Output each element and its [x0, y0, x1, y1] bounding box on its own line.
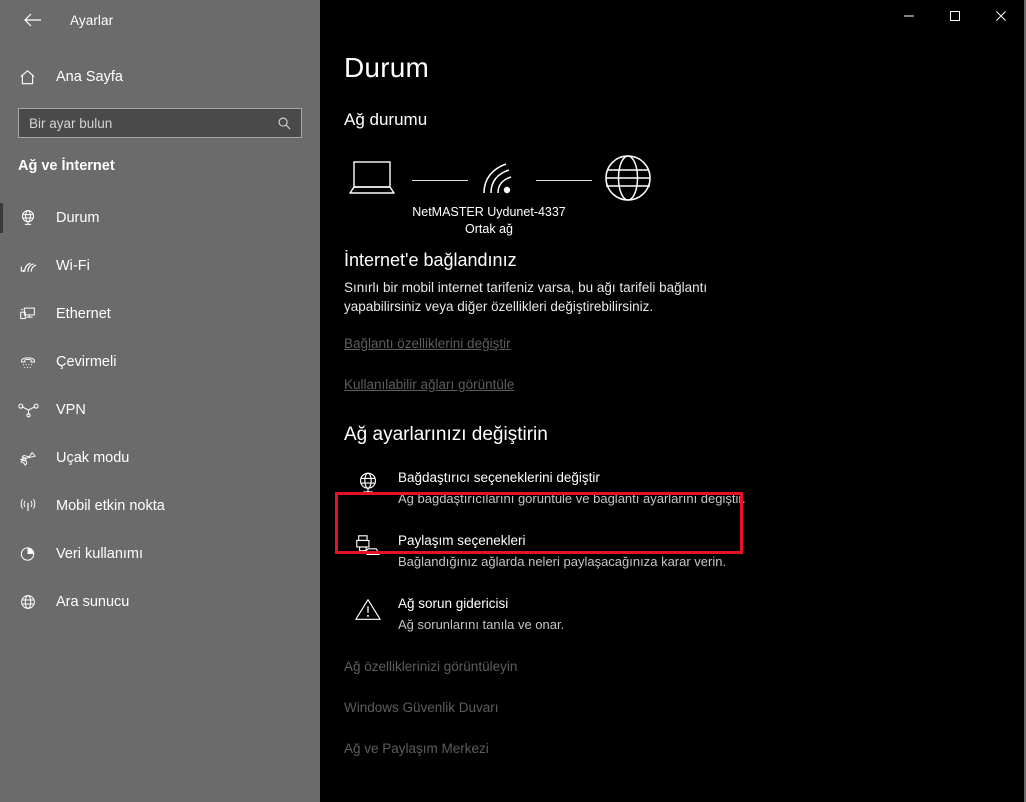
- sidebar-item-vpn[interactable]: VPN: [0, 386, 320, 434]
- network-name: NetMASTER Uydunet-4337: [412, 205, 566, 219]
- sidebar-item-ara-sunucu-label: Ara sunucu: [56, 594, 130, 610]
- ethernet-icon: [18, 304, 50, 324]
- connection-line-right: [536, 179, 592, 181]
- search-icon[interactable]: [277, 116, 301, 131]
- close-icon: [996, 11, 1006, 21]
- option-network-troubleshooter[interactable]: Ağ sorun gidericisi Ağ sorunlarını tanıl…: [344, 582, 1024, 645]
- wifi-icon: [18, 256, 50, 276]
- minimize-icon: [904, 15, 914, 17]
- bottom-links: Ağ özelliklerinizi görüntüleyin Windows …: [344, 659, 1024, 756]
- option-title: Ağ sorun gidericisi: [398, 596, 509, 611]
- network-diagram: NetMASTER Uydunet-4337 Ortak ağ: [344, 152, 654, 236]
- connection-line-left: [412, 179, 468, 181]
- option-subtitle: Bağlandığınız ağlarda neleri paylaşacağı…: [398, 554, 727, 569]
- proxy-globe-icon: [18, 592, 50, 612]
- link-change-connection-properties[interactable]: Bağlantı özelliklerini değiştir: [344, 336, 1024, 351]
- back-arrow-icon: [24, 13, 41, 27]
- status-globe-icon: [18, 208, 50, 228]
- sidebar-item-ucak-modu-label: Uçak modu: [56, 450, 130, 466]
- warning-triangle-icon: [354, 593, 398, 624]
- option-title: Bağdaştırıcı seçeneklerini değiştir: [398, 470, 600, 485]
- sidebar-item-mobil-etkin-nokta[interactable]: Mobil etkin nokta: [0, 482, 320, 530]
- change-settings-header: Ağ ayarlarınızı değiştirin: [344, 424, 548, 445]
- maximize-button[interactable]: [932, 0, 978, 32]
- sidebar-item-ucak-modu[interactable]: Uçak modu: [0, 434, 320, 482]
- link-view-network-properties[interactable]: Ağ özelliklerinizi görüntüleyin: [344, 659, 1024, 674]
- sidebar-item-ethernet[interactable]: Ethernet: [0, 290, 320, 338]
- option-title: Paylaşım seçenekleri: [398, 533, 526, 548]
- minimize-button[interactable]: [886, 0, 932, 32]
- sidebar-item-ethernet-label: Ethernet: [56, 306, 111, 322]
- option-subtitle: Ağ sorunlarını tanıla ve onar.: [398, 617, 565, 632]
- connection-status-title: İnternet'e bağlandınız: [344, 250, 517, 270]
- settings-window: Ayarlar Ana Sayfa Ağ ve İnternet: [0, 0, 1026, 802]
- globe-icon: [602, 153, 654, 208]
- link-show-available-networks[interactable]: Kullanılabilir ağları görüntüle: [344, 377, 1024, 392]
- sidebar-item-cevirmeli[interactable]: Çevirmeli: [0, 338, 320, 386]
- link-windows-firewall[interactable]: Windows Güvenlik Duvarı: [344, 700, 1024, 715]
- close-button[interactable]: [978, 0, 1024, 32]
- network-options-list: Bağdaştırıcı seçeneklerini değiştir Ağ b…: [344, 456, 1024, 645]
- sidebar-nav-list: Durum Wi-Fi Ethernet Çevirmeli VPN Uçak …: [0, 194, 320, 626]
- sidebar-item-durum-label: Durum: [56, 210, 100, 226]
- sidebar-item-mobil-etkin-nokta-label: Mobil etkin nokta: [56, 498, 165, 514]
- sidebar-item-durum[interactable]: Durum: [0, 194, 320, 242]
- sidebar-item-home[interactable]: Ana Sayfa: [0, 60, 320, 94]
- search-input[interactable]: [19, 109, 277, 137]
- link-network-sharing-center[interactable]: Ağ ve Paylaşım Merkezi: [344, 741, 1024, 756]
- printer-folder-share-icon: [354, 530, 398, 561]
- back-button[interactable]: [14, 5, 52, 35]
- sidebar-item-home-label: Ana Sayfa: [56, 69, 123, 85]
- network-type: Ortak ağ: [465, 222, 513, 236]
- home-icon: [18, 68, 48, 87]
- network-status-header: Ağ durumu: [344, 110, 428, 129]
- option-subtitle: Ağ bağdaştırıcılarını görüntüle ve bağla…: [398, 491, 746, 506]
- app-title: Ayarlar: [70, 12, 114, 28]
- sidebar-item-ara-sunucu[interactable]: Ara sunucu: [0, 578, 320, 626]
- status-page: Durum Ağ durumu NetMASTER Uydunet-4337 O…: [320, 40, 1024, 756]
- network-caption: NetMASTER Uydunet-4337 Ortak ağ: [354, 204, 624, 238]
- main-content: Durum Ağ durumu NetMASTER Uydunet-4337 O…: [320, 0, 1024, 802]
- sidebar: Ayarlar Ana Sayfa Ağ ve İnternet: [0, 0, 320, 802]
- sidebar-item-veri-kullanimi-label: Veri kullanımı: [56, 546, 144, 562]
- selection-indicator: [0, 203, 3, 233]
- sidebar-category-header: Ağ ve İnternet: [18, 158, 115, 174]
- wifi-signal-icon: [478, 157, 526, 204]
- option-sharing-options[interactable]: Paylaşım seçenekleri Bağlandığınız ağlar…: [344, 519, 1024, 582]
- adapter-globe-monitor-icon: [354, 467, 398, 498]
- laptop-icon: [344, 157, 402, 204]
- sidebar-item-wifi-label: Wi-Fi: [56, 258, 90, 274]
- window-titlebar-left: Ayarlar: [0, 0, 320, 40]
- sidebar-item-wifi[interactable]: Wi-Fi: [0, 242, 320, 290]
- dialup-phone-icon: [18, 352, 50, 372]
- data-usage-pie-icon: [18, 544, 50, 564]
- search-box[interactable]: [18, 108, 302, 138]
- vpn-icon: [18, 401, 50, 419]
- maximize-icon: [950, 11, 960, 21]
- hotspot-icon: [18, 496, 50, 516]
- option-change-adapter-options[interactable]: Bağdaştırıcı seçeneklerini değiştir Ağ b…: [344, 456, 1024, 519]
- window-controls: [320, 0, 1024, 40]
- sidebar-item-cevirmeli-label: Çevirmeli: [56, 354, 117, 370]
- sidebar-item-vpn-label: VPN: [56, 402, 86, 418]
- connection-status-description: Sınırlı bir mobil internet tarifeniz var…: [344, 280, 708, 314]
- page-title: Durum: [344, 52, 430, 83]
- airplane-icon: [18, 448, 50, 468]
- sidebar-item-veri-kullanimi[interactable]: Veri kullanımı: [0, 530, 320, 578]
